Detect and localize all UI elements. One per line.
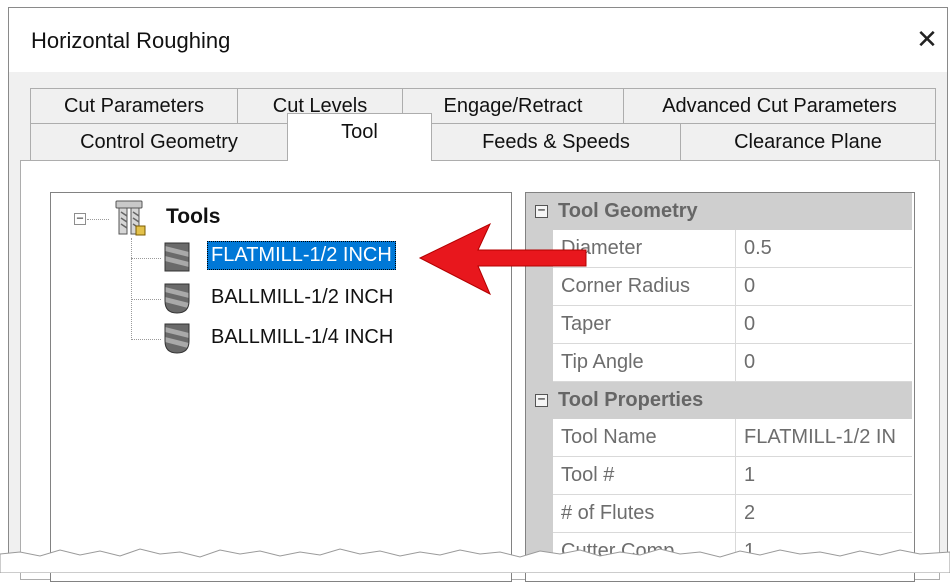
tree-item-ballmill-half-inch[interactable]: BALLMILL-1/2 INCH (207, 283, 397, 312)
property-name: Tip Angle (553, 343, 736, 382)
property-value[interactable]: 1 (735, 456, 912, 495)
category-tool-properties[interactable]: − Tool Properties (526, 381, 912, 419)
property-row[interactable]: # of Flutes 2 (526, 494, 912, 533)
collapse-toggle-icon[interactable]: − (74, 212, 86, 225)
tree-root-tools[interactable]: Tools (166, 205, 220, 229)
property-value[interactable]: 0 (735, 343, 912, 382)
ball-endmill-icon (164, 323, 190, 354)
torn-edge-decoration (0, 548, 950, 573)
property-name: # of Flutes (553, 494, 736, 533)
tab-tool[interactable]: Tool (287, 113, 432, 161)
tab-control-geometry[interactable]: Control Geometry (30, 123, 288, 161)
category-label: Tool Geometry (558, 200, 698, 223)
tab-engage-retract[interactable]: Engage/Retract (402, 88, 624, 124)
category-label: Tool Properties (558, 389, 704, 412)
property-value[interactable]: 0 (735, 305, 912, 344)
property-name: Tool # (553, 456, 736, 495)
property-row[interactable]: Taper 0 (526, 305, 912, 344)
close-icon[interactable]: ✕ (907, 22, 947, 58)
collapse-icon[interactable]: − (535, 393, 548, 408)
property-value[interactable]: 2 (735, 494, 912, 533)
tab-clearance-plane[interactable]: Clearance Plane (680, 123, 936, 161)
annotation-arrow-icon (418, 222, 587, 296)
property-value[interactable]: 0.5 (735, 230, 912, 268)
property-name: Taper (553, 305, 736, 344)
property-value[interactable]: FLATMILL-1/2 IN (735, 419, 912, 457)
tree-connector (87, 219, 109, 220)
property-row[interactable]: Tip Angle 0 (526, 343, 912, 382)
collapse-icon[interactable]: − (535, 204, 548, 219)
tree-connector (131, 299, 161, 300)
tree-connector (131, 258, 161, 259)
flat-endmill-icon (164, 242, 190, 272)
tree-item-ballmill-quarter-inch[interactable]: BALLMILL-1/4 INCH (207, 323, 397, 352)
property-row[interactable]: Tool # 1 (526, 456, 912, 495)
property-row[interactable]: Tool Name FLATMILL-1/2 IN (526, 419, 912, 457)
tree-item-flatmill-half-inch[interactable]: FLATMILL-1/2 INCH (207, 241, 396, 270)
dialog-title: Horizontal Roughing (31, 28, 231, 53)
tab-cut-parameters[interactable]: Cut Parameters (30, 88, 238, 124)
ball-endmill-icon (164, 283, 190, 314)
tree-connector (131, 339, 161, 340)
title-bar[interactable]: Horizontal Roughing ✕ (9, 8, 947, 72)
tab-feeds-speeds[interactable]: Feeds & Speeds (431, 123, 681, 161)
tools-folder-icon (115, 200, 146, 236)
tab-advanced-cut-parameters[interactable]: Advanced Cut Parameters (623, 88, 936, 124)
property-name: Tool Name (553, 419, 736, 457)
tree-connector (131, 238, 132, 340)
property-value[interactable]: 0 (735, 267, 912, 306)
